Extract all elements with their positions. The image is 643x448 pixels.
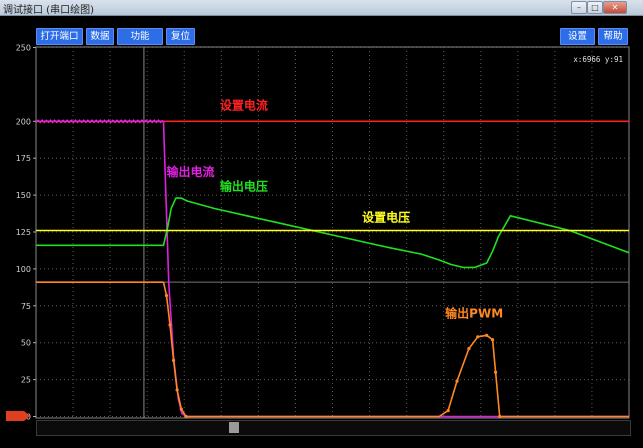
cursor-readout: x:6966 y:91 bbox=[573, 55, 623, 64]
y-tick-label: 150 bbox=[16, 191, 31, 200]
series-label: 输出电流 bbox=[166, 164, 214, 179]
pwm-point bbox=[476, 335, 480, 339]
pwm-point bbox=[446, 408, 450, 413]
y-tick-label: 125 bbox=[16, 228, 31, 237]
series-label: 输出电压 bbox=[220, 179, 268, 194]
y-tick-label: 250 bbox=[16, 44, 31, 53]
y-axis: 0255075100125150175200250 bbox=[16, 44, 36, 422]
pwm-point bbox=[164, 293, 169, 298]
channel-marker-icon[interactable] bbox=[6, 411, 32, 421]
y-tick-label: 50 bbox=[21, 339, 31, 348]
pwm-point bbox=[485, 333, 489, 337]
pwm-point bbox=[171, 358, 176, 363]
pwm-point bbox=[491, 338, 495, 342]
pwm-point bbox=[498, 414, 502, 419]
pwm-point bbox=[168, 323, 172, 327]
horizontal-scrollbar[interactable] bbox=[36, 420, 631, 436]
pwm-point bbox=[184, 414, 188, 419]
y-tick-label: 100 bbox=[16, 265, 31, 274]
y-tick-label: 200 bbox=[16, 117, 31, 126]
series-label: 设置电流 bbox=[220, 97, 268, 112]
pwm-point bbox=[467, 347, 471, 351]
plot-area[interactable]: 0255075100125150175200250 设置电流输出电流输出电压设置… bbox=[0, 0, 643, 448]
y-tick-label: 175 bbox=[16, 154, 31, 163]
y-tick-label: 25 bbox=[21, 376, 31, 385]
app-window: 调试接口 (串口绘图) – □ ✕ 打开端口 数据 功能 复位 设置 帮助 02… bbox=[0, 0, 643, 448]
pwm-point bbox=[455, 379, 459, 383]
y-tick-label: 75 bbox=[21, 302, 31, 311]
series-label: 输出PWM bbox=[445, 306, 503, 321]
pwm-point bbox=[179, 407, 183, 411]
series-label: 设置电压 bbox=[362, 210, 410, 225]
pwm-point bbox=[493, 370, 498, 374]
scrollbar-thumb[interactable] bbox=[229, 422, 239, 433]
pwm-point bbox=[175, 388, 179, 392]
